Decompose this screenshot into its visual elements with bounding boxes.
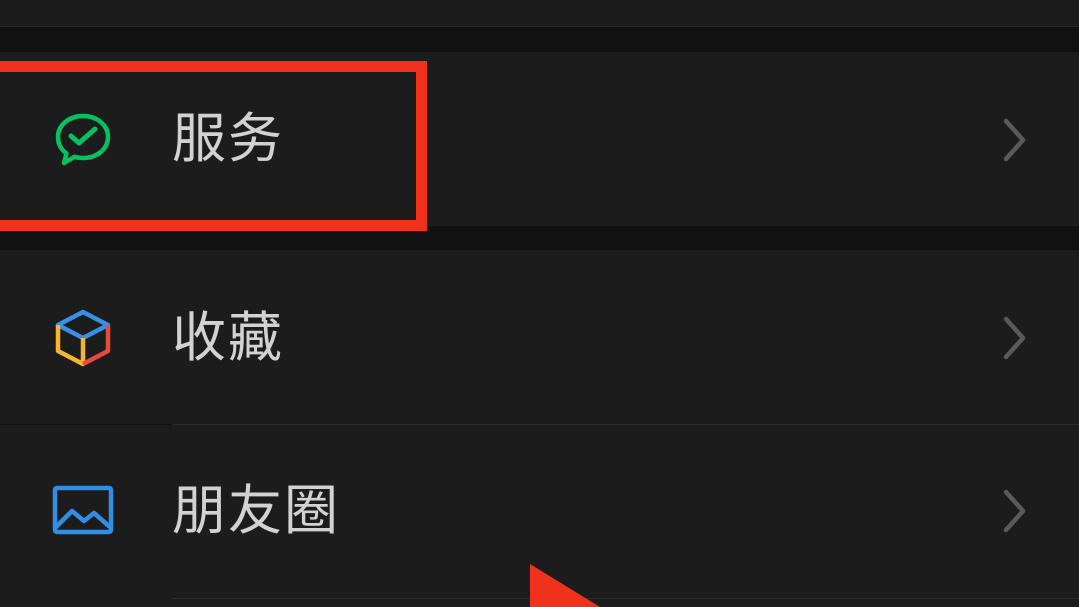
moments-photo-icon bbox=[50, 477, 116, 543]
chevron-right-icon bbox=[1003, 118, 1026, 162]
menu-item-services[interactable]: 服务 bbox=[0, 52, 1079, 226]
menu-item-label: 朋友圈 bbox=[172, 479, 340, 542]
menu-item-label: 收藏 bbox=[172, 306, 284, 369]
red-arrow-pointer-icon bbox=[530, 564, 600, 607]
favorites-cube-icon bbox=[50, 306, 116, 372]
wechat-pay-icon bbox=[50, 106, 116, 172]
chevron-right-icon bbox=[1003, 316, 1026, 360]
section-gap bbox=[0, 226, 1079, 250]
row-divider bbox=[172, 598, 1079, 599]
menu-item-favorites[interactable]: 收藏 bbox=[0, 250, 1079, 424]
settings-screen: 服务 收藏 朋友圈 bbox=[0, 0, 1079, 607]
menu-item-label: 服务 bbox=[172, 107, 284, 170]
chevron-right-icon bbox=[1003, 489, 1026, 533]
previous-row-edge bbox=[0, 0, 1079, 27]
